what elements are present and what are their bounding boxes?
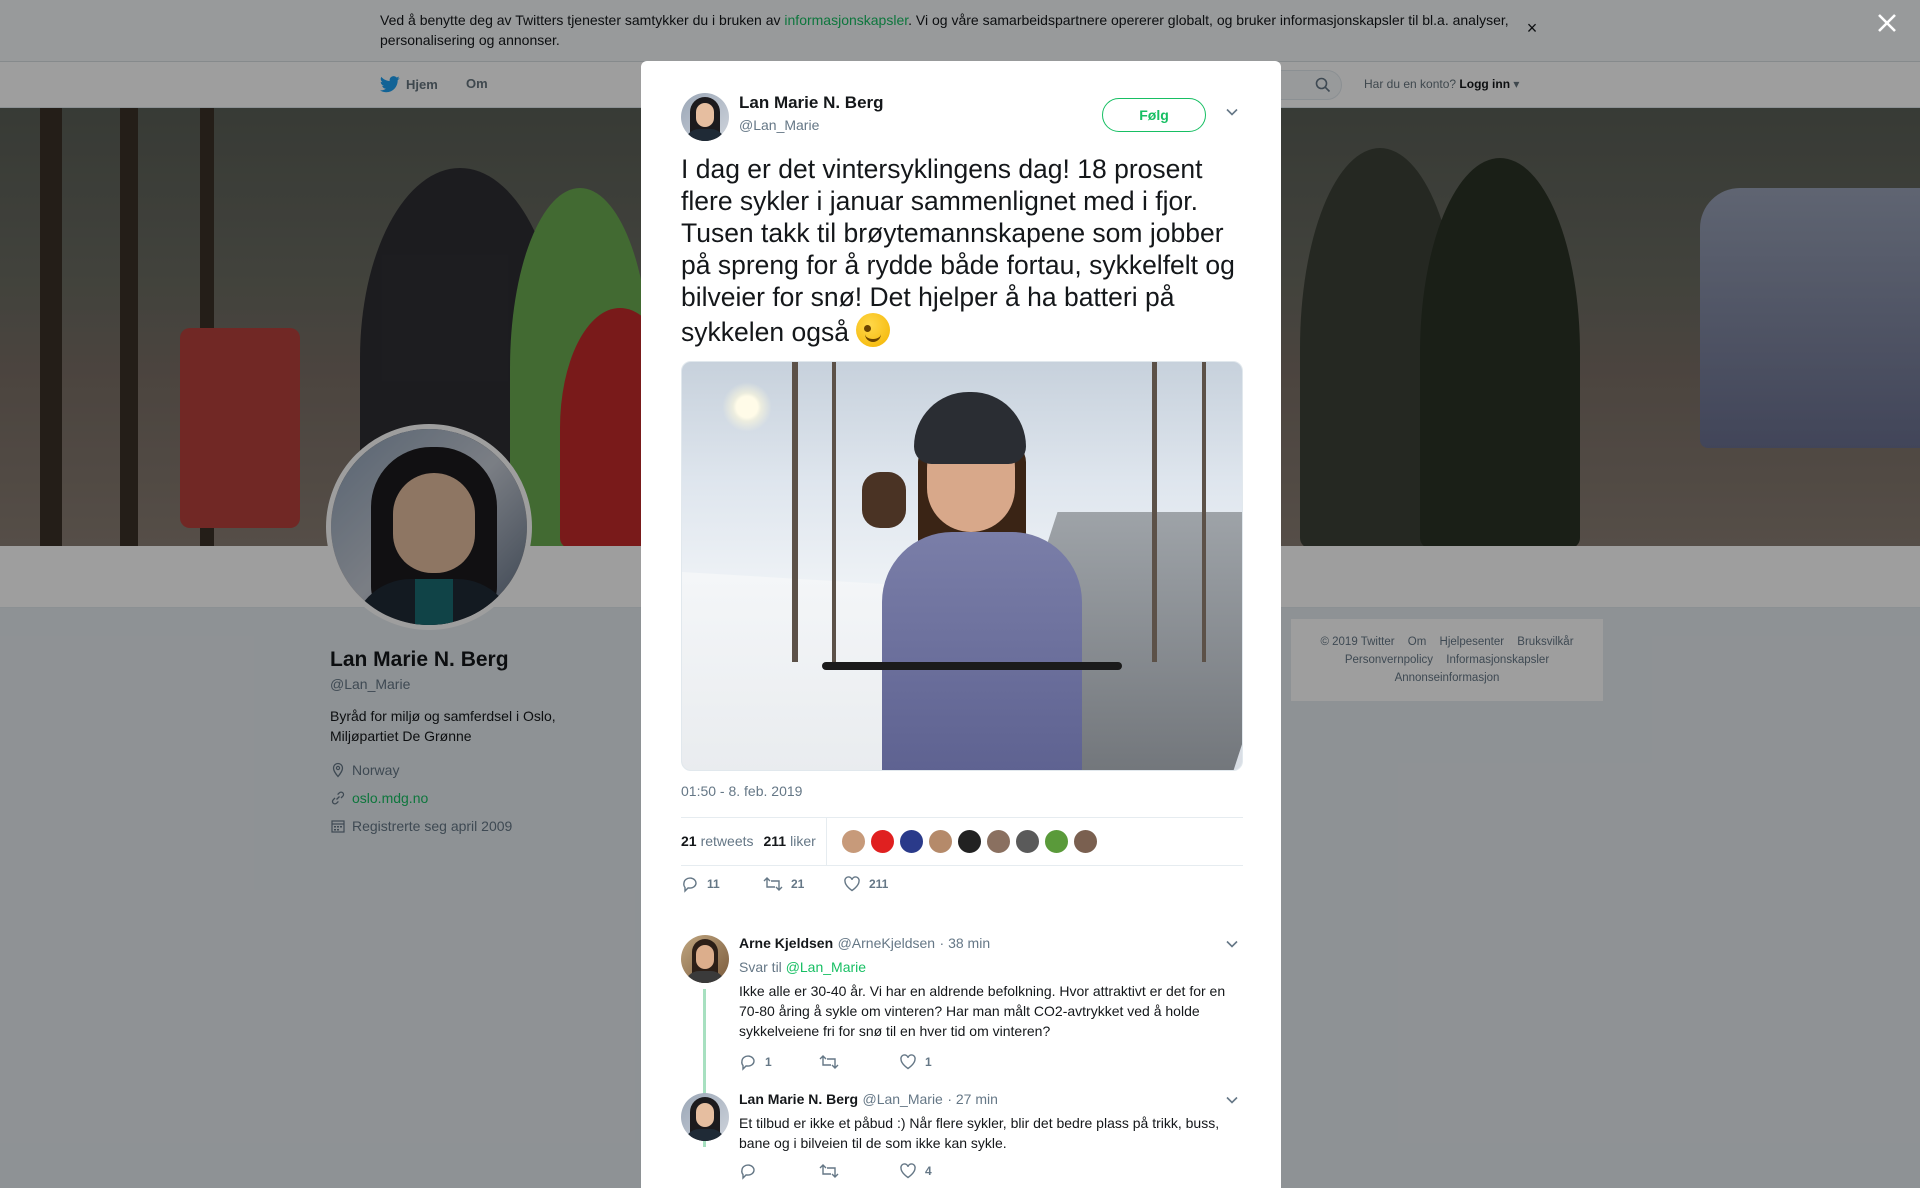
- heart-icon: [900, 1163, 916, 1179]
- avatar[interactable]: [681, 935, 729, 983]
- reply-text: Ikke alle er 30-40 år. Vi har en aldrend…: [739, 983, 1226, 1039]
- reply-author-handle[interactable]: @ArneKjeldsen: [838, 935, 936, 951]
- liker-avatar[interactable]: [985, 828, 1011, 854]
- chevron-down-icon[interactable]: [1225, 937, 1239, 951]
- chevron-down-icon[interactable]: [1225, 105, 1239, 119]
- like-button[interactable]: 211: [843, 875, 888, 893]
- retweet-icon: [763, 877, 783, 891]
- liker-avatar[interactable]: [927, 828, 953, 854]
- liker-avatar[interactable]: [869, 828, 895, 854]
- like-button[interactable]: 1: [899, 1053, 932, 1071]
- liker-avatar[interactable]: [840, 828, 866, 854]
- tweet-timestamp[interactable]: 01:50 - 8. feb. 2019: [681, 783, 802, 799]
- retweet-button[interactable]: [819, 1053, 899, 1071]
- reply-actions: 4: [739, 1162, 932, 1180]
- follow-button[interactable]: Følg: [1102, 98, 1206, 132]
- reply-icon: [741, 1164, 755, 1180]
- reply-button[interactable]: [739, 1162, 819, 1180]
- reply-to-line: Svar til @Lan_Marie: [739, 959, 867, 975]
- liker-avatar[interactable]: [1072, 828, 1098, 854]
- tweet-stats: 21 retweets 211 liker: [681, 817, 1243, 865]
- reply-author-name[interactable]: Lan Marie N. Berg: [739, 1091, 858, 1107]
- tweet-modal: Lan Marie N. Berg @Lan_Marie Følg I dag …: [641, 61, 1281, 1188]
- divider: [681, 865, 1243, 866]
- tweet-header: Lan Marie N. Berg @Lan_Marie Følg: [681, 93, 1243, 143]
- reply-time[interactable]: · 38 min: [940, 935, 991, 951]
- reply-to-handle[interactable]: @Lan_Marie: [786, 959, 866, 975]
- tweet-text: I dag er det vintersyklingens dag! 18 pr…: [681, 154, 1235, 347]
- like-button[interactable]: 4: [899, 1162, 932, 1180]
- winking-face-emoji-icon: [856, 313, 891, 347]
- retweet-button[interactable]: [819, 1162, 899, 1180]
- tweet-photo[interactable]: [681, 361, 1243, 771]
- reply-time[interactable]: · 27 min: [947, 1091, 998, 1107]
- tweet-author-handle[interactable]: @Lan_Marie: [739, 117, 819, 133]
- reply-button[interactable]: 1: [739, 1053, 819, 1071]
- retweet-button[interactable]: 21: [763, 875, 843, 893]
- tweet-author-name[interactable]: Lan Marie N. Berg: [739, 93, 884, 113]
- retweet-icon: [819, 1164, 839, 1178]
- avatar[interactable]: [681, 93, 729, 141]
- reply-icon: [683, 877, 697, 893]
- chevron-down-icon[interactable]: [1225, 1093, 1239, 1107]
- liker-avatar[interactable]: [1043, 828, 1069, 854]
- avatar[interactable]: [681, 1093, 729, 1141]
- reply-author-name[interactable]: Arne Kjeldsen: [739, 935, 833, 951]
- heart-icon: [844, 876, 860, 892]
- liker-avatar[interactable]: [898, 828, 924, 854]
- reply-icon: [741, 1055, 755, 1071]
- liker-avatar[interactable]: [1014, 828, 1040, 854]
- reply-text: Et tilbud er ikke et påbud :) Når flere …: [739, 1115, 1220, 1151]
- retweet-count[interactable]: 21 retweets: [681, 833, 754, 849]
- close-icon[interactable]: [1876, 12, 1898, 34]
- retweet-icon: [819, 1055, 839, 1069]
- tweet-actions: 11 21 211: [681, 875, 888, 893]
- reply-button[interactable]: 11: [681, 875, 763, 893]
- liker-avatar[interactable]: [956, 828, 982, 854]
- like-count[interactable]: 211 liker: [764, 833, 816, 849]
- heart-icon: [900, 1054, 916, 1070]
- reply-actions: 1 1: [739, 1053, 932, 1071]
- reply-author-handle[interactable]: @Lan_Marie: [862, 1091, 942, 1107]
